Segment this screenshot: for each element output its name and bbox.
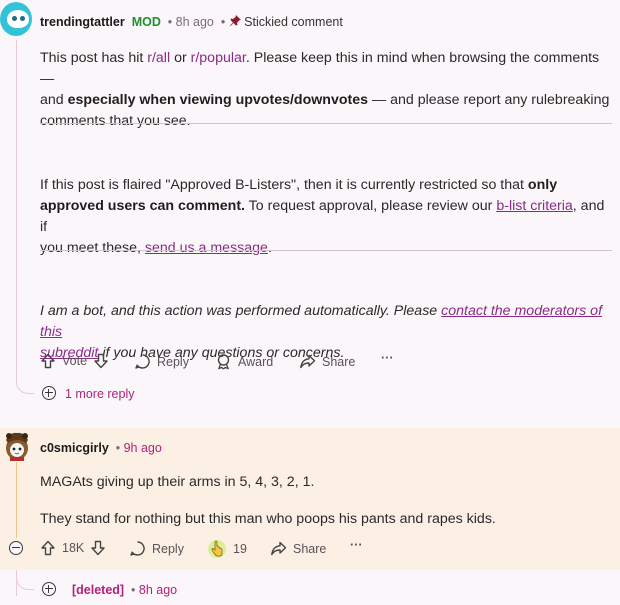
share-label: Share <box>322 354 356 369</box>
share-button[interactable]: Share <box>270 540 326 557</box>
share-icon <box>270 540 287 557</box>
award-button[interactable]: 19 <box>207 539 247 559</box>
pin-icon <box>229 14 241 26</box>
comment-paragraph-1: This post has hit r/all or r/popular. Pl… <box>40 48 615 132</box>
text: This post has hit <box>40 50 148 66</box>
thread-line-main[interactable] <box>16 40 17 380</box>
text: and <box>40 92 68 108</box>
downvote-icon[interactable] <box>93 353 109 369</box>
link-b-list-criteria[interactable]: b-list criteria <box>496 198 572 214</box>
vote-controls: 18K <box>40 540 106 556</box>
reply-label: Reply <box>152 541 184 556</box>
comment-header: [deleted] • 8h ago <box>72 583 178 597</box>
comment-text-line: They stand for nothing but this man who … <box>40 511 496 527</box>
comment-header: trendingtattler MOD • 8h ago • Stickied … <box>40 14 343 29</box>
upvote-icon[interactable] <box>40 353 56 369</box>
username[interactable]: c0smicgirly <box>40 441 109 455</box>
divider <box>40 250 612 251</box>
thread-line-curve-2 <box>16 572 34 590</box>
more-options-button[interactable]: ··· <box>350 538 363 552</box>
share-icon <box>299 353 316 370</box>
award-count: 19 <box>233 542 247 556</box>
timestamp[interactable]: 9h ago <box>124 441 162 455</box>
mod-badge: MOD <box>131 15 161 29</box>
reply-button[interactable]: Reply <box>134 353 189 370</box>
more-replies-link[interactable]: 1 more reply <box>65 387 134 401</box>
timestamp[interactable]: 8h ago <box>176 15 214 29</box>
thread-line-curve <box>16 372 34 394</box>
link-send-message[interactable]: send us a message <box>145 240 268 256</box>
vote-controls: Vote <box>40 353 109 369</box>
comment-icon <box>134 353 151 370</box>
avatar-face <box>7 10 29 28</box>
vote-label: Vote <box>62 354 88 368</box>
link-r-all[interactable]: r/all <box>147 50 170 66</box>
thread-line-highlight <box>16 462 17 538</box>
avatar[interactable] <box>0 2 32 36</box>
bold-text: only <box>527 177 558 193</box>
expand-icon[interactable] <box>42 386 56 400</box>
comment-paragraph-2: If this post is flaired "Approved B-List… <box>40 175 615 259</box>
text: To request approval, please review our <box>245 198 497 214</box>
deleted-username: [deleted] <box>72 583 125 597</box>
award-button[interactable]: Award <box>215 353 273 370</box>
vote-count: 18K <box>62 541 85 555</box>
text: I am a bot, and this action was performe… <box>40 303 442 319</box>
award-label: Award <box>238 354 274 369</box>
timestamp[interactable]: 8h ago <box>139 583 177 597</box>
divider <box>40 123 612 124</box>
text: you meet these, <box>40 240 145 256</box>
downvote-icon[interactable] <box>90 540 106 556</box>
text: If this post is flaired "Approved B-List… <box>40 177 528 193</box>
upvote-icon[interactable] <box>40 540 56 556</box>
link-r-popular[interactable]: r/popular <box>191 50 246 66</box>
username[interactable]: trendingtattler <box>40 15 125 29</box>
share-button[interactable]: Share <box>299 353 355 370</box>
text: . <box>267 240 272 256</box>
comment-header: c0smicgirly • 9h ago <box>40 441 162 455</box>
award-icon <box>215 353 232 370</box>
bold-text: especially when viewing upvotes/downvote… <box>67 92 369 108</box>
more-options-button[interactable]: ··· <box>381 351 394 365</box>
share-label: Share <box>293 541 327 556</box>
more-options-icon: ··· <box>350 538 363 552</box>
text: comments that you see. <box>40 113 191 129</box>
pointing-hand-award-icon <box>207 539 227 559</box>
avatar[interactable] <box>2 430 32 462</box>
reply-button[interactable]: Reply <box>129 540 184 557</box>
comment-text-line: MAGAts giving up their arms in 5, 4, 3, … <box>40 474 315 490</box>
bold-text: approved users can comment. <box>40 198 245 214</box>
collapse-icon[interactable] <box>9 541 23 555</box>
more-options-icon: ··· <box>381 351 394 365</box>
text: or <box>170 50 191 66</box>
avatar-eye <box>12 16 17 21</box>
comment-icon <box>129 540 146 557</box>
text: — and please report any rulebreaking <box>368 92 610 108</box>
reply-label: Reply <box>157 354 189 369</box>
avatar-eye <box>20 16 25 21</box>
sticky-label: Stickied comment <box>244 15 343 29</box>
expand-icon[interactable] <box>42 582 56 596</box>
